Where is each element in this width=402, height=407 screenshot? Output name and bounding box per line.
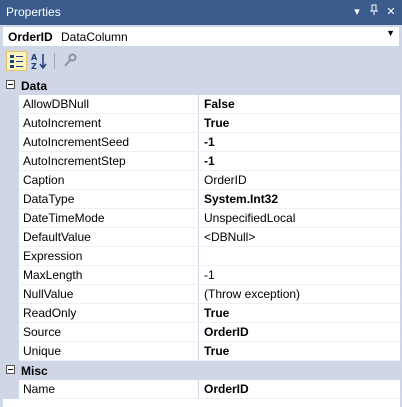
property-name: Unique — [19, 342, 199, 361]
property-grid: Data AllowDBNull False AutoIncrement Tru… — [2, 76, 401, 407]
object-selector[interactable]: OrderID DataColumn ▼ — [2, 26, 400, 47]
property-value[interactable]: (Throw exception) — [200, 285, 401, 304]
property-name: Caption — [19, 171, 199, 190]
property-row-caption[interactable]: Caption OrderID — [3, 171, 401, 190]
property-value[interactable]: OrderID — [200, 323, 401, 342]
property-value[interactable]: <DBNull> — [200, 228, 401, 247]
property-row-autoincrementseed[interactable]: AutoIncrementSeed -1 — [3, 133, 401, 152]
categorized-button[interactable] — [6, 51, 27, 71]
svg-text:Z: Z — [31, 62, 37, 71]
property-name: Name — [19, 380, 199, 399]
alphabetical-button[interactable]: A Z — [29, 51, 50, 71]
property-row-autoincrementstep[interactable]: AutoIncrementStep -1 — [3, 152, 401, 171]
property-value[interactable]: UnspecifiedLocal — [200, 209, 401, 228]
close-icon[interactable]: ✕ — [383, 4, 399, 20]
property-value[interactable]: True — [200, 304, 401, 323]
property-value[interactable]: False — [200, 95, 401, 114]
window-position-dropdown-icon[interactable]: ▾ — [349, 4, 365, 20]
properties-window: Properties ▾ ✕ OrderID DataColumn ▼ A Z — [0, 0, 402, 407]
category-label: Data — [21, 79, 48, 93]
property-name: DataType — [19, 190, 199, 209]
property-row-source[interactable]: Source OrderID — [3, 323, 401, 342]
property-name: AutoIncrement — [19, 114, 199, 133]
property-name: DateTimeMode — [19, 209, 199, 228]
property-value[interactable]: -1 — [200, 152, 401, 171]
property-name: Expression — [19, 247, 199, 266]
object-name: OrderID — [8, 30, 53, 44]
category-data[interactable]: Data — [3, 76, 401, 95]
property-name: AllowDBNull — [19, 95, 199, 114]
property-value[interactable]: -1 — [200, 133, 401, 152]
category-misc[interactable]: Misc — [3, 361, 401, 380]
chevron-down-icon[interactable]: ▼ — [386, 28, 395, 38]
property-row-autoincrement[interactable]: AutoIncrement True — [3, 114, 401, 133]
property-name: NullValue — [19, 285, 199, 304]
alphabetical-icon: A Z — [31, 53, 47, 71]
categorized-icon — [10, 55, 23, 68]
object-type: DataColumn — [61, 30, 128, 44]
toolbar: A Z — [0, 48, 402, 74]
property-row-name[interactable]: Name OrderID — [3, 380, 401, 399]
toolbar-separator — [54, 53, 55, 69]
property-row-unique[interactable]: Unique True — [3, 342, 401, 361]
property-row-datatype[interactable]: DataType System.Int32 — [3, 190, 401, 209]
property-name: MaxLength — [19, 266, 199, 285]
property-name: ReadOnly — [19, 304, 199, 323]
property-row-allowdbnull[interactable]: AllowDBNull False — [3, 95, 401, 114]
property-value[interactable]: OrderID — [200, 171, 401, 190]
property-row-defaultvalue[interactable]: DefaultValue <DBNull> — [3, 228, 401, 247]
property-name: DefaultValue — [19, 228, 199, 247]
wrench-icon — [64, 53, 77, 67]
property-name: AutoIncrementSeed — [19, 133, 199, 152]
property-row-readonly[interactable]: ReadOnly True — [3, 304, 401, 323]
property-value[interactable]: System.Int32 — [200, 190, 401, 209]
property-pages-button[interactable] — [59, 51, 80, 71]
property-name: AutoIncrementStep — [19, 152, 199, 171]
property-row-maxlength[interactable]: MaxLength -1 — [3, 266, 401, 285]
property-value[interactable] — [200, 247, 401, 266]
window-title: Properties — [6, 5, 61, 19]
property-row-expression[interactable]: Expression — [3, 247, 401, 266]
title-bar[interactable]: Properties ▾ ✕ — [0, 0, 402, 25]
property-row-nullvalue[interactable]: NullValue (Throw exception) — [3, 285, 401, 304]
property-value[interactable]: True — [200, 114, 401, 133]
collapse-icon[interactable] — [6, 365, 15, 374]
property-value[interactable]: OrderID — [200, 380, 401, 399]
collapse-icon[interactable] — [6, 80, 15, 89]
property-name: Source — [19, 323, 199, 342]
svg-text:A: A — [31, 53, 38, 62]
pin-icon[interactable] — [366, 4, 382, 20]
category-label: Misc — [21, 364, 48, 378]
property-value[interactable]: -1 — [200, 266, 401, 285]
property-row-datetimemode[interactable]: DateTimeMode UnspecifiedLocal — [3, 209, 401, 228]
property-value[interactable]: True — [200, 342, 401, 361]
